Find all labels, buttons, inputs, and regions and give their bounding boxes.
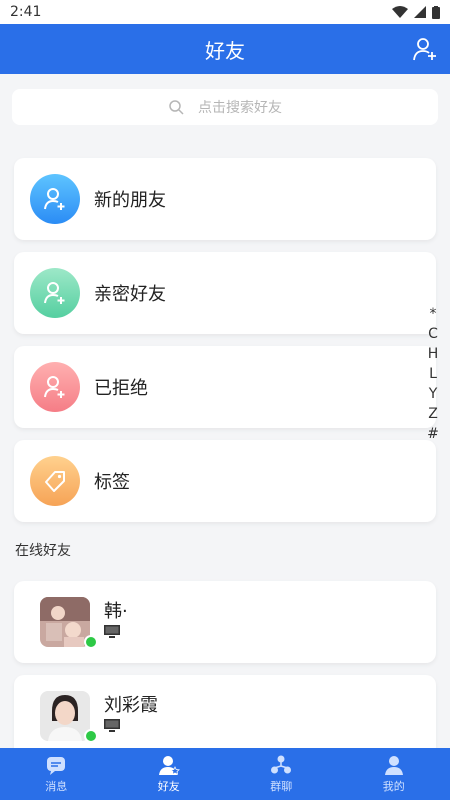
rejected-item[interactable]: 已拒绝: [14, 346, 436, 428]
friend-name: 韩·: [104, 601, 128, 622]
new-friends-label: 新的朋友: [94, 190, 166, 211]
search-bar[interactable]: 点击搜索好友: [12, 89, 438, 125]
tab-groups[interactable]: 群聊: [225, 748, 338, 800]
search-placeholder: 点击搜索好友: [198, 100, 282, 116]
group-icon: [271, 755, 292, 774]
index-letter[interactable]: *: [430, 304, 437, 324]
add-user-icon: [30, 268, 80, 318]
index-letter[interactable]: L: [429, 364, 437, 384]
index-letter[interactable]: Y: [429, 384, 438, 404]
search-icon: [169, 100, 184, 115]
index-letter[interactable]: C: [428, 324, 438, 344]
online-status-dot: [84, 729, 98, 743]
close-friends-item[interactable]: 亲密好友: [14, 252, 436, 334]
page-title: 好友: [205, 38, 245, 63]
message-icon: [47, 757, 66, 775]
desktop-icon: [104, 719, 120, 732]
app-header: 好友: [0, 24, 450, 74]
tab-label: 消息: [45, 780, 68, 793]
bottom-tab-bar: 消息 好友 群聊 我的: [0, 748, 450, 800]
tag-icon: [30, 456, 80, 506]
new-friends-item[interactable]: 新的朋友: [14, 158, 436, 240]
tab-label: 我的: [382, 780, 405, 793]
add-friend-icon[interactable]: [412, 36, 438, 62]
online-friends-title: 在线好友: [15, 543, 71, 559]
tab-label: 群聊: [270, 780, 293, 793]
status-bar: 2:41: [0, 0, 450, 24]
battery-icon: [432, 5, 440, 19]
online-status-dot: [84, 635, 98, 649]
profile-icon: [384, 756, 403, 775]
rejected-label: 已拒绝: [94, 378, 148, 399]
add-user-icon: [30, 174, 80, 224]
alphabet-index[interactable]: * C H L Y Z #: [426, 304, 440, 444]
tab-friends[interactable]: 好友: [113, 748, 226, 800]
index-letter[interactable]: H: [428, 344, 439, 364]
tags-item[interactable]: 标签: [14, 440, 436, 522]
status-time: 2:41: [10, 4, 42, 20]
avatar: [40, 597, 90, 647]
tab-label: 好友: [157, 780, 180, 793]
tags-label: 标签: [94, 472, 130, 493]
friends-icon: [158, 756, 180, 776]
status-icons: [392, 5, 440, 19]
avatar: [40, 691, 90, 741]
tab-messages[interactable]: 消息: [0, 748, 113, 800]
friend-row[interactable]: 刘彩霞: [14, 675, 436, 757]
index-letter[interactable]: #: [427, 424, 439, 444]
signal-icon: [414, 6, 426, 18]
tab-profile[interactable]: 我的: [338, 748, 450, 800]
friend-row[interactable]: 韩·: [14, 581, 436, 663]
index-letter[interactable]: Z: [428, 404, 438, 424]
close-friends-label: 亲密好友: [94, 284, 166, 305]
wifi-icon: [392, 6, 408, 18]
add-user-icon: [30, 362, 80, 412]
desktop-icon: [104, 625, 120, 638]
friend-name: 刘彩霞: [104, 695, 158, 716]
